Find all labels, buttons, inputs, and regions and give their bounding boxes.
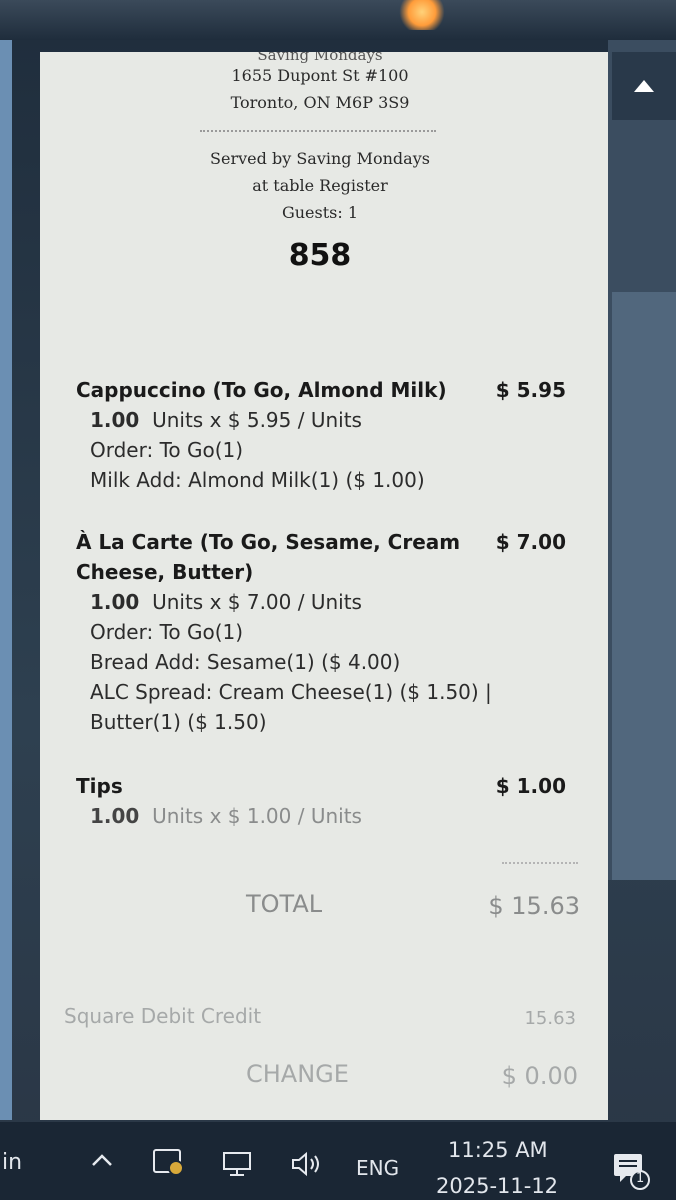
change-value: $ 0.00	[501, 1062, 578, 1090]
monitor-bezel	[0, 0, 676, 40]
item-detail: ALC Spread: Cream Cheese(1) ($ 1.50) |	[90, 680, 492, 704]
payment-method: Square Debit Credit	[64, 1004, 262, 1028]
network-icon[interactable]	[220, 1150, 256, 1178]
item-price: $ 1.00	[495, 774, 566, 798]
item-quantity: 1.00	[90, 804, 140, 828]
item-quantity-line: 1.00 Units x $ 7.00 / Units	[90, 590, 362, 614]
address-line-2: Toronto, ON M6P 3S9	[230, 93, 410, 112]
total-divider	[502, 862, 578, 864]
payment-amount: 15.63	[524, 1008, 576, 1029]
item-title: À La Carte (To Go, Sesame, Cream	[76, 530, 461, 554]
item-price: $ 7.00	[495, 530, 566, 554]
item-quantity-line: 1.00 Units x $ 1.00 / Units	[90, 804, 362, 828]
scrollbar-thumb[interactable]	[612, 292, 676, 880]
guests-count: Guests: 1	[281, 203, 359, 222]
receipt-preview: Saving Mondays 1655 Dupont St #100 Toron…	[40, 52, 608, 1120]
clock-date[interactable]: 2025-11-12	[436, 1174, 558, 1198]
language-indicator[interactable]: ENG	[356, 1156, 399, 1180]
notification-count: 1	[636, 1171, 645, 1186]
total-label: TOTAL	[246, 890, 323, 918]
item-quantity-line: 1.00 Units x $ 5.95 / Units	[90, 408, 362, 432]
item-detail: Milk Add: Almond Milk(1) ($ 1.00)	[90, 468, 425, 492]
notification-center-button[interactable]: 1	[612, 1150, 652, 1190]
item-detail: Butter(1) ($ 1.50)	[90, 710, 267, 734]
item-title-continued: Cheese, Butter)	[76, 560, 254, 584]
volume-icon[interactable]	[290, 1150, 324, 1178]
background-window-edge	[0, 40, 12, 1120]
item-detail: Order: To Go(1)	[90, 438, 244, 462]
order-number: 858	[288, 238, 352, 273]
item-unit-line: Units x $ 1.00 / Units	[152, 804, 362, 828]
item-title: Cappuccino (To Go, Almond Milk)	[76, 378, 447, 402]
item-detail: Order: To Go(1)	[90, 620, 244, 644]
item-unit-line: Units x $ 7.00 / Units	[152, 590, 362, 614]
item-price: $ 5.95	[495, 378, 566, 402]
scroll-up-icon	[634, 80, 654, 92]
taskbar-search-label[interactable]: in	[2, 1150, 22, 1175]
table-info: at table Register	[252, 176, 388, 195]
item-quantity: 1.00	[90, 590, 140, 614]
address-line-1: 1655 Dupont St #100	[231, 66, 409, 85]
screen: Saving Mondays 1655 Dupont St #100 Toron…	[0, 0, 676, 1200]
header-divider	[200, 130, 436, 132]
taskbar: in ENG 11:25 AM 2025-11-12 1	[0, 1122, 676, 1200]
scroll-up-button[interactable]	[612, 52, 676, 120]
clock-time[interactable]: 11:25 AM	[448, 1138, 548, 1162]
business-name: Saving Mondays	[257, 52, 383, 64]
item-title: Tips	[76, 774, 123, 798]
chevron-up-icon[interactable]	[90, 1152, 114, 1168]
item-detail: Bread Add: Sesame(1) ($ 4.00)	[90, 650, 401, 674]
notification-icon	[614, 1154, 650, 1190]
light-glare	[398, 0, 446, 30]
item-quantity: 1.00	[90, 408, 140, 432]
served-by: Served by Saving Mondays	[210, 149, 430, 168]
security-icon[interactable]	[152, 1148, 188, 1178]
item-unit-line: Units x $ 5.95 / Units	[152, 408, 362, 432]
change-label: CHANGE	[246, 1060, 349, 1088]
total-value: $ 15.63	[488, 892, 580, 920]
